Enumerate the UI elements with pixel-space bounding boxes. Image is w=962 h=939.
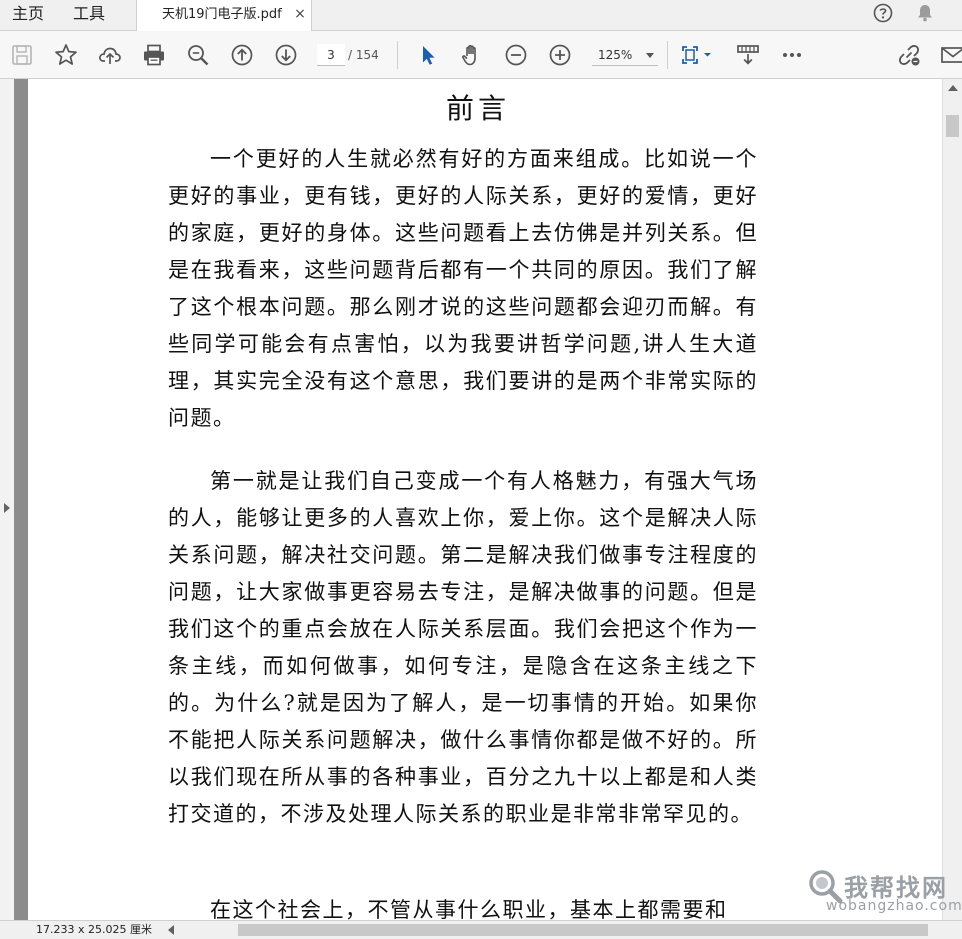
watermark: 我帮找网 wobangzhao.com [796, 866, 962, 920]
page-edge [14, 79, 28, 920]
arrow-up-circle-icon[interactable] [229, 42, 255, 68]
vertical-scrollbar[interactable] [942, 79, 962, 920]
horizontal-scroll-thumb[interactable] [238, 924, 928, 936]
hand-icon[interactable] [459, 42, 485, 68]
save-icon[interactable] [9, 42, 35, 68]
page-size-readout: 17.233 x 25.025 厘米 [36, 923, 152, 936]
cloud-upload-icon[interactable] [97, 42, 123, 68]
document-tab-title: 天机19门电子版.pdf [162, 7, 282, 22]
page-total: / 154 [348, 48, 379, 62]
document-viewer[interactable]: 前言 一个更好的人生就必然有好的方面来组成。比如说一个更好的事业，更有钱，更好的… [0, 79, 962, 920]
fit-page-icon[interactable] [678, 42, 716, 68]
bell-icon[interactable] [915, 3, 935, 23]
tab-bar: 主页 工具 天机19门电子版.pdf × [0, 0, 962, 31]
menu-home[interactable]: 主页 [12, 0, 44, 30]
zoom-in-icon[interactable] [547, 42, 573, 68]
pdf-page: 前言 一个更好的人生就必然有好的方面来组成。比如说一个更好的事业，更有钱，更好的… [28, 79, 942, 920]
printer-icon[interactable] [141, 42, 167, 68]
email-icon[interactable] [940, 42, 962, 68]
menu-tools[interactable]: 工具 [73, 0, 105, 30]
zoom-search-icon[interactable] [185, 42, 211, 68]
scroll-up-arrow-icon[interactable] [948, 85, 958, 91]
star-icon[interactable] [53, 42, 79, 68]
link-icon[interactable] [896, 42, 922, 68]
zoom-value: 125% [598, 48, 633, 62]
chevron-down-icon [646, 53, 654, 58]
page-heading: 前言 [445, 92, 510, 125]
watermark-url: wobangzhao.com [826, 898, 962, 914]
paragraph-2: 第一就是让我们自己变成一个有人格魅力，有强大气场的人，能够让更多的人喜欢上你，爱… [168, 469, 758, 826]
page-number-input[interactable]: 3 [317, 44, 345, 66]
paragraph-3: 在这个社会上，不管从事什么职业，基本上都需要和 [210, 898, 728, 920]
arrow-down-circle-icon[interactable] [273, 42, 299, 68]
scroll-mode-icon[interactable] [735, 42, 761, 68]
scroll-left-arrow-icon[interactable] [168, 925, 174, 935]
paragraph-1: 一个更好的人生就必然有好的方面来组成。比如说一个更好的事业，更有钱，更好的人际关… [168, 147, 758, 430]
toolbar-divider [397, 41, 398, 69]
vertical-scroll-thumb[interactable] [946, 115, 959, 137]
expand-panel-icon[interactable] [4, 503, 10, 513]
close-tab-icon[interactable]: × [293, 0, 307, 29]
toolbar: 3 / 154 125% [0, 31, 962, 79]
left-panel-rail[interactable] [0, 79, 14, 920]
toolbar-divider [667, 41, 668, 69]
help-icon[interactable] [873, 3, 893, 23]
document-tab[interactable]: 天机19门电子版.pdf × [136, 0, 312, 31]
zoom-select[interactable]: 125% [592, 44, 658, 66]
cursor-icon[interactable] [415, 42, 441, 68]
status-bar: 17.233 x 25.025 厘米 [0, 920, 962, 939]
more-icon[interactable] [779, 42, 805, 68]
zoom-out-icon[interactable] [503, 42, 529, 68]
